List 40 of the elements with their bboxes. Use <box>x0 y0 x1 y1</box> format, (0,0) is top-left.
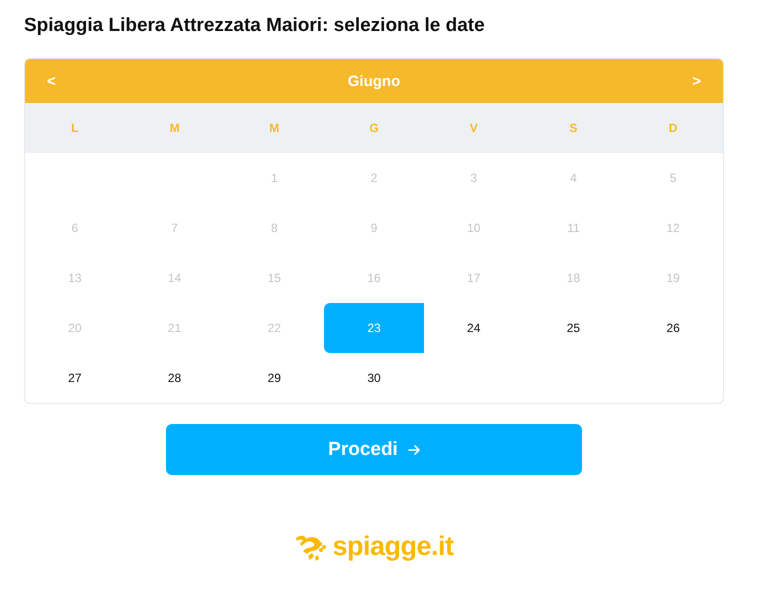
calendar-day: 19 <box>623 253 723 303</box>
calendar-day: 12 <box>623 203 723 253</box>
weekday-label: S <box>569 121 578 135</box>
weekday-label: V <box>470 121 478 135</box>
calendar-day[interactable]: 25 <box>524 303 624 353</box>
calendar-day[interactable]: 27 <box>25 353 125 403</box>
calendar-day: 21 <box>124 303 224 353</box>
arrow-icon <box>408 444 420 456</box>
calendar-day[interactable]: 24 <box>424 303 524 353</box>
calendar-day: 16 <box>324 253 424 303</box>
calendar-day: 3 <box>424 153 524 203</box>
calendar-day: 7 <box>124 203 224 253</box>
calendar-day: 14 <box>124 253 224 303</box>
calendar-day[interactable]: 30 <box>324 353 424 403</box>
calendar-day: 15 <box>224 253 324 303</box>
calendar-day: 5 <box>623 153 723 203</box>
weekday-label: G <box>369 121 379 135</box>
weekday-label: D <box>668 121 678 135</box>
weekday-label: M <box>170 121 180 135</box>
calendar-day[interactable]: 28 <box>124 353 224 403</box>
calendar-day: 13 <box>25 253 125 303</box>
calendar-day: 20 <box>25 303 125 353</box>
logo-text: spiagge.it <box>332 531 454 562</box>
calendar-day[interactable]: 29 <box>224 353 324 403</box>
calendar-day: 4 <box>524 153 624 203</box>
calendar-day: 9 <box>324 203 424 253</box>
weekday-label: L <box>71 121 79 135</box>
calendar-day: 6 <box>25 203 125 253</box>
calendar-day[interactable]: 26 <box>623 303 723 353</box>
month-title: Giugno <box>348 72 400 90</box>
calendar-day: 18 <box>524 253 624 303</box>
calendar-day: 2 <box>324 153 424 203</box>
calendar-day: 1 <box>224 153 324 203</box>
calendar-day: 10 <box>424 203 524 253</box>
weekday-label: M <box>269 121 280 135</box>
calendar-day: 22 <box>224 303 324 353</box>
calendar-day: 17 <box>424 253 524 303</box>
calendar-day: 8 <box>224 203 324 253</box>
calendar-day: 11 <box>524 203 624 253</box>
page-title: Spiaggia Libera Attrezzata Maiori: seleziona le date <box>24 14 486 38</box>
